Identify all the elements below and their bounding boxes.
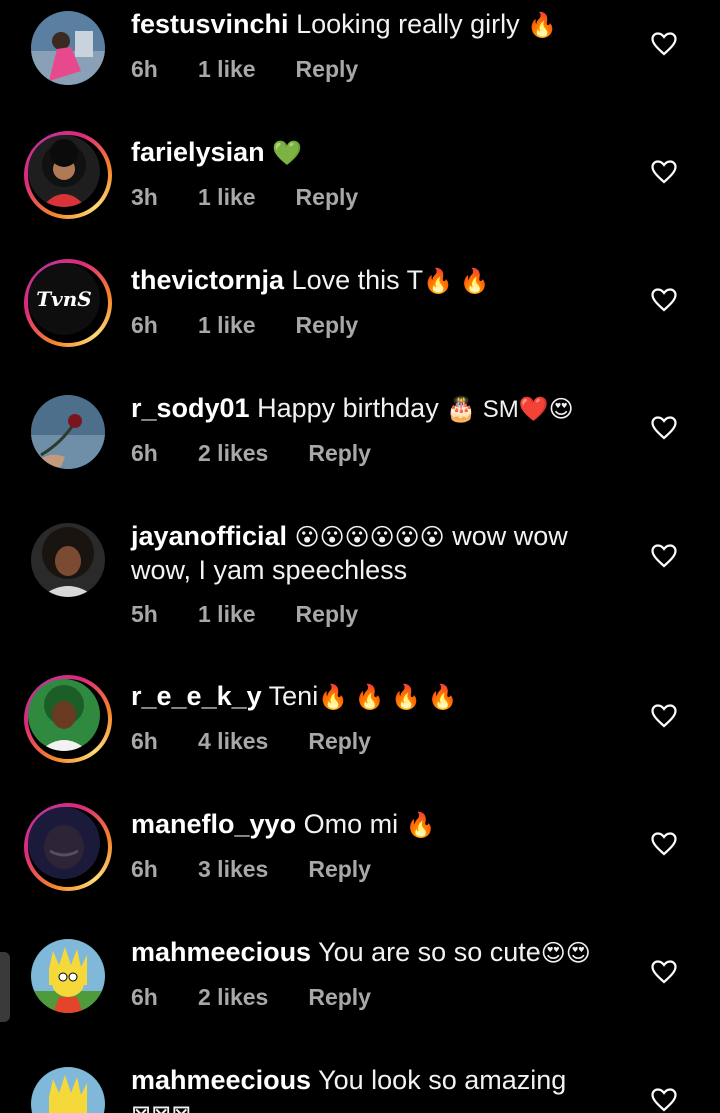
comment-emoji: 🔥 🔥 xyxy=(423,268,490,295)
comment-likes[interactable]: 4 likes xyxy=(198,728,268,755)
comment-username[interactable]: jayanofficial xyxy=(131,521,287,551)
avatar-story-ring[interactable] xyxy=(24,803,112,891)
heart-icon[interactable] xyxy=(651,832,677,856)
avatar-logo-text: TvnS xyxy=(36,287,92,311)
avatar xyxy=(28,135,100,207)
comment-emoji: 🔥 xyxy=(527,12,558,39)
reply-button[interactable]: Reply xyxy=(296,601,359,628)
comment-time: 6h xyxy=(131,984,158,1010)
comment-list: festusvinchi Looking really girly 🔥 6h 1 … xyxy=(0,0,720,1113)
reply-button[interactable]: Reply xyxy=(296,56,359,83)
comment-username[interactable]: thevictornja xyxy=(131,265,284,295)
comment-emoji: 🔥 🔥 🔥 🔥 xyxy=(318,684,458,711)
comment-emoji: 😮😮😮😮😮😮 xyxy=(294,524,445,551)
avatar[interactable] xyxy=(31,11,105,85)
comment-time: 6h xyxy=(131,312,158,338)
comment-likes[interactable]: 2 likes xyxy=(198,440,268,467)
comment-likes[interactable]: 2 likes xyxy=(198,984,268,1011)
heart-icon[interactable] xyxy=(651,288,677,312)
reply-button[interactable]: Reply xyxy=(308,984,371,1011)
comment-text: Happy birthday xyxy=(257,393,439,423)
comment-username[interactable]: r_e_e_k_y xyxy=(131,681,262,711)
comment-time: 6h xyxy=(131,440,158,466)
comment-username[interactable]: festusvinchi xyxy=(131,9,289,39)
avatar xyxy=(28,679,100,751)
comment-text: You are so so cute xyxy=(318,937,541,967)
comment-likes[interactable]: 1 like xyxy=(198,56,256,83)
comment-text: Love this T xyxy=(291,265,424,295)
comment-emoji: 🎂 SM❤️😍 xyxy=(446,396,574,423)
avatar: TvnS xyxy=(28,263,100,335)
avatar[interactable] xyxy=(31,523,105,597)
avatar[interactable] xyxy=(31,939,105,1013)
heart-icon[interactable] xyxy=(651,32,677,56)
avatar-story-ring[interactable] xyxy=(24,675,112,763)
comment-username[interactable]: maneflo_yyo xyxy=(131,809,296,839)
comment-username[interactable]: mahmeecious xyxy=(131,937,311,967)
avatar-story-ring[interactable] xyxy=(24,131,112,219)
comment-emoji: 💚 xyxy=(272,140,302,167)
comment-username[interactable]: farielysian xyxy=(131,137,265,167)
reply-button[interactable]: Reply xyxy=(308,856,371,883)
heart-icon[interactable] xyxy=(651,416,677,440)
edge-panel-handle[interactable] xyxy=(0,952,10,1022)
heart-icon[interactable] xyxy=(651,1088,677,1112)
reply-button[interactable]: Reply xyxy=(308,728,371,755)
comment-username[interactable]: mahmeecious xyxy=(131,1065,311,1095)
comment-text: You look so amazing xyxy=(318,1065,567,1095)
avatar xyxy=(28,807,100,879)
heart-icon[interactable] xyxy=(651,544,677,568)
comment-time: 3h xyxy=(131,184,158,210)
comment-likes[interactable]: 1 like xyxy=(198,312,256,339)
avatar[interactable] xyxy=(31,395,105,469)
comment-time: 5h xyxy=(131,601,158,627)
avatar-story-ring[interactable]: TvnS xyxy=(24,259,112,347)
comment-time: 6h xyxy=(131,56,158,82)
comment-time: 6h xyxy=(131,856,158,882)
comment-emoji: 🔥 xyxy=(405,812,436,839)
reply-button[interactable]: Reply xyxy=(308,440,371,467)
reply-button[interactable]: Reply xyxy=(296,312,359,339)
heart-icon[interactable] xyxy=(651,160,677,184)
comment-likes[interactable]: 1 like xyxy=(198,184,256,211)
comment-likes[interactable]: 3 likes xyxy=(198,856,268,883)
comment-likes[interactable]: 1 like xyxy=(198,601,256,628)
comment-emoji: 😍😍 xyxy=(540,940,591,967)
comment-emoji: ⊠⊠⊠ xyxy=(131,1101,191,1113)
comment-username[interactable]: r_sody01 xyxy=(131,393,250,423)
avatar[interactable] xyxy=(31,1067,105,1113)
comment-time: 6h xyxy=(131,728,158,754)
comment-text: Looking really girly xyxy=(296,9,520,39)
comment-text: Omo mi xyxy=(303,809,399,839)
heart-icon[interactable] xyxy=(651,704,677,728)
comment-text: Teni xyxy=(268,681,319,711)
heart-icon[interactable] xyxy=(651,960,677,984)
reply-button[interactable]: Reply xyxy=(296,184,359,211)
